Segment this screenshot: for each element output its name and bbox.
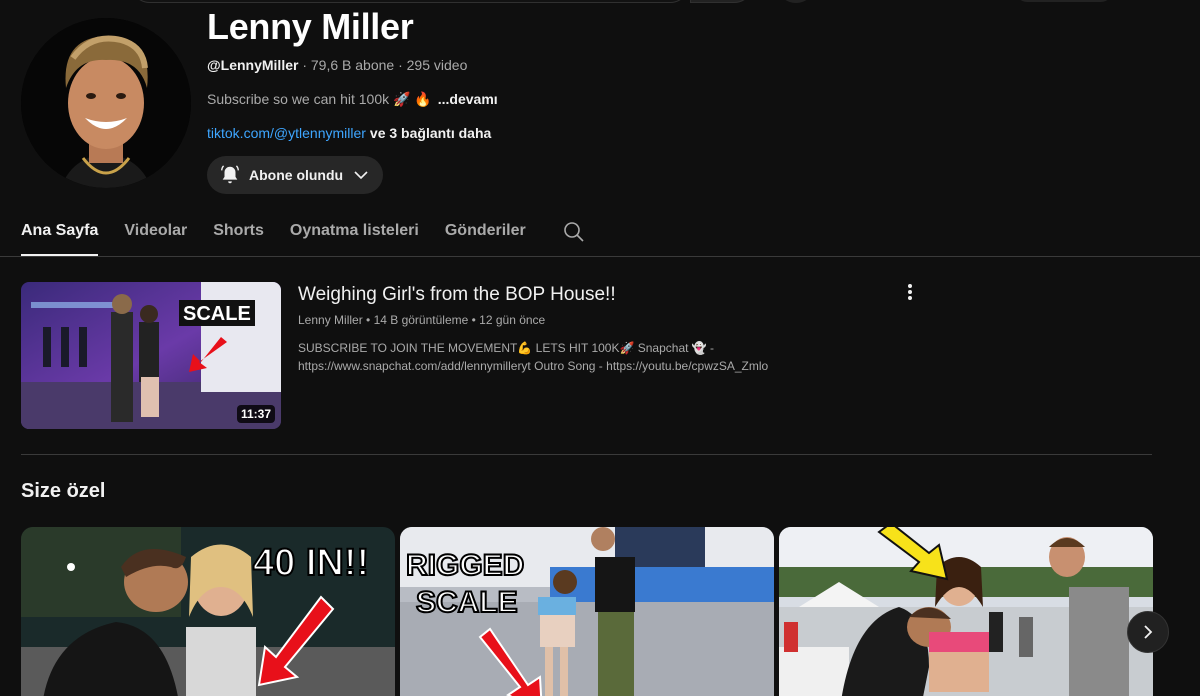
channel-avatar[interactable] [21,18,191,188]
bell-icon [221,165,239,184]
card-thumb-text: 40 IN!! [253,542,369,584]
subscribed-button[interactable]: Abone olundu [207,156,383,194]
top-bar [0,0,1200,4]
video-card[interactable] [779,527,1153,696]
channel-name: Lenny Miller [207,6,414,47]
featured-video-thumbnail[interactable]: SCALE 11:37 [21,282,281,429]
chevron-right-icon [1144,625,1153,639]
tiktok-link[interactable]: tiktok.com/@ytlennymiller [207,125,366,141]
more-link[interactable]: ...devamı [438,91,498,107]
voice-search-button[interactable] [778,0,814,3]
tab-posts[interactable]: Gönderiler [445,208,526,256]
tab-videos[interactable]: Videolar [124,208,187,256]
subscribed-label: Abone olundu [249,167,344,183]
more-links[interactable]: ve 3 bağlantı daha [370,125,491,141]
card-thumb-text-2: SCALE [416,586,518,619]
tabs-divider [0,256,1200,257]
channel-meta: @LennyMiller · 79,6 B abone · 295 video [207,57,467,73]
search-input[interactable] [130,0,690,3]
section-divider [21,454,1152,455]
section-title: Size özel [21,480,106,502]
tab-shorts[interactable]: Shorts [213,208,264,256]
featured-video-title[interactable]: Weighing Girl's from the BOP House!! [298,284,616,306]
more-vert-icon[interactable] [900,282,920,302]
channel-description[interactable]: Subscribe so we can hit 100k 🚀 🔥 ...devam… [207,91,498,108]
tab-playlists[interactable]: Oynatma listeleri [290,208,419,256]
video-card[interactable]: 40 IN!! [21,527,395,696]
channel-links: tiktok.com/@ytlennymiller ve 3 bağlantı d… [207,125,491,141]
channel-tabs: Ana Sayfa Videolar Shorts Oynatma listel… [21,208,586,256]
video-duration: 11:37 [236,405,275,423]
card-thumb-text-1: RIGGED [406,549,524,582]
featured-video-meta: Lenny Miller • 14 B görüntüleme • 12 gün… [298,313,546,327]
featured-video-description: SUBSCRIBE TO JOIN THE MOVEMENT💪 LETS HIT… [298,341,769,373]
create-button[interactable] [1016,0,1112,2]
chevron-down-icon [354,171,368,180]
channel-stats: · 79,6 B abone · 295 video [298,57,468,73]
video-card[interactable]: RIGGED SCALE [400,527,774,696]
channel-handle: @LennyMiller [207,57,299,73]
description-text: Subscribe so we can hit 100k 🚀 🔥 [207,91,432,107]
search-icon[interactable] [562,220,586,244]
search-button[interactable] [690,0,754,3]
carousel-next-button[interactable] [1127,611,1169,653]
featured-thumb-text: SCALE [183,303,251,325]
tab-home[interactable]: Ana Sayfa [21,208,99,256]
